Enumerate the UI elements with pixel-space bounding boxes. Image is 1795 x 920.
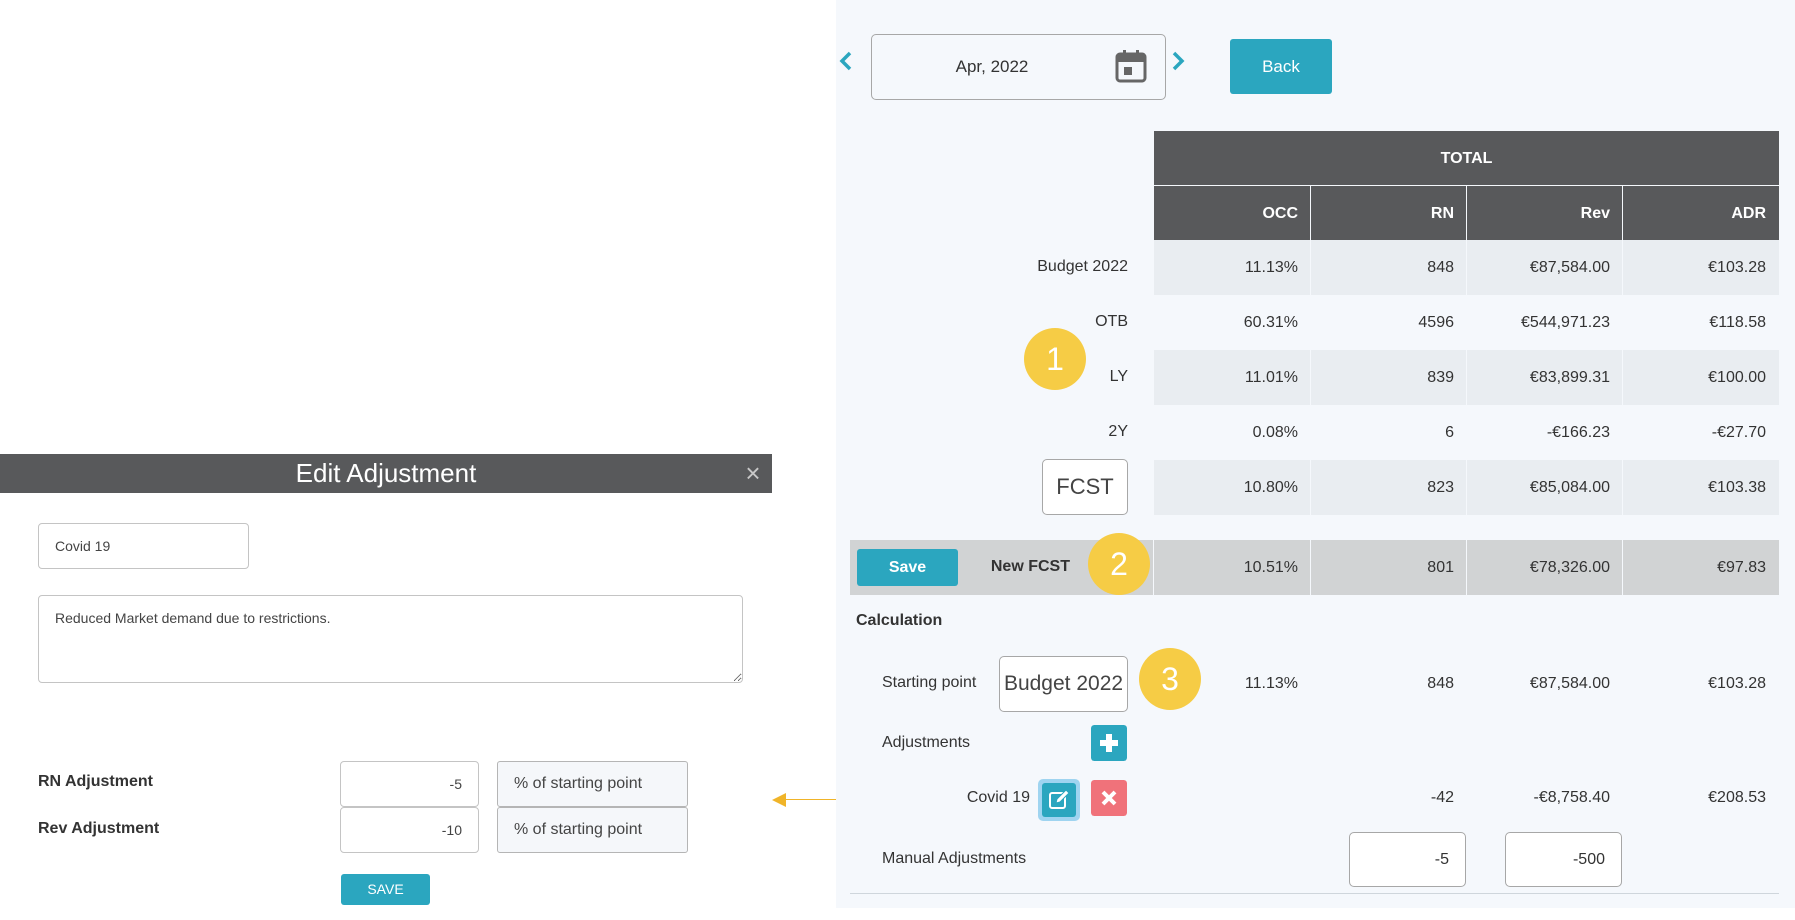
cell-adr: €103.28: [1708, 675, 1766, 692]
cell-rev: -€8,758.40: [1533, 789, 1610, 806]
cell-rev: -€166.23: [1546, 424, 1610, 441]
cell-rn: 839: [1427, 369, 1454, 386]
table-row: 11.01% 839 €83,899.31 €100.00: [1154, 350, 1779, 405]
date-value: Apr, 2022: [955, 57, 1029, 76]
starting-point-label: Starting point: [882, 674, 977, 691]
fcst-label-box[interactable]: FCST: [1042, 459, 1128, 515]
adjustment-name-input[interactable]: [38, 523, 249, 569]
rev-adjustment-mode-select[interactable]: % of starting point: [497, 807, 688, 853]
cell-occ: 10.51%: [1243, 559, 1298, 576]
delete-adjustment-button[interactable]: [1091, 780, 1127, 816]
table-row: 60.31% 4596 €544,971.23 €118.58: [1154, 295, 1779, 350]
calendar-icon[interactable]: [1115, 49, 1147, 83]
cell-occ: 11.13%: [1244, 259, 1298, 276]
modal-title: Edit Adjustment: [295, 458, 477, 488]
cell-rev: €87,584.00: [1529, 675, 1610, 692]
calculation-title: Calculation: [856, 612, 943, 629]
back-button[interactable]: Back: [1230, 39, 1332, 94]
rev-adjustment-input[interactable]: [340, 807, 479, 853]
cell-occ: 10.80%: [1243, 479, 1298, 496]
cell-rev: €85,084.00: [1529, 479, 1610, 496]
edit-adjustment-button[interactable]: [1037, 778, 1081, 822]
table-group-header: TOTAL: [1154, 131, 1779, 186]
row-label-otb: OTB: [1095, 313, 1128, 330]
column-header-occ: OCC: [1262, 205, 1298, 222]
cell-occ: 60.31%: [1243, 314, 1298, 331]
cell-occ: 0.08%: [1252, 424, 1298, 441]
divider: [850, 893, 1779, 894]
cell-adr: €118.58: [1709, 314, 1766, 331]
cell-rn: -42: [1430, 789, 1454, 806]
adjustment-description-textarea[interactable]: Reduced Market demand due to restriction…: [38, 595, 743, 683]
table-row: 11.13% 848 €87,584.00 €103.28: [1154, 656, 1779, 711]
add-adjustment-button[interactable]: [1091, 725, 1127, 761]
chevron-left-icon[interactable]: [838, 50, 854, 72]
cell-rev: €78,326.00: [1529, 559, 1610, 576]
manual-rn-input[interactable]: [1349, 832, 1466, 887]
cell-occ: 11.01%: [1244, 369, 1298, 386]
chevron-right-icon[interactable]: [1170, 50, 1186, 72]
cell-adr: €103.28: [1708, 259, 1766, 276]
rn-adjustment-label: RN Adjustment: [38, 773, 153, 790]
table-row: 0.08% 6 -€166.23 -€27.70: [1154, 405, 1779, 460]
table-row: 11.13% 848 €87,584.00 €103.28: [1154, 240, 1779, 295]
cell-adr: -€27.70: [1711, 424, 1766, 441]
cell-adr: €208.53: [1708, 789, 1766, 806]
cell-adr: €97.83: [1717, 559, 1766, 576]
new-fcst-label: New FCST: [990, 558, 1070, 575]
rev-adjustment-label: Rev Adjustment: [38, 820, 160, 837]
table-row: 10.80% 823 €85,084.00 €103.38: [1154, 460, 1779, 515]
close-icon[interactable]: ×: [742, 454, 764, 493]
new-fcst-save-button[interactable]: Save: [857, 549, 958, 586]
row-label-budget: Budget 2022: [1037, 258, 1128, 275]
cell-rn: 848: [1427, 675, 1454, 692]
cell-adr: €100.00: [1708, 369, 1766, 386]
manual-adjustments-label: Manual Adjustments: [882, 850, 1027, 867]
starting-point-select[interactable]: Budget 2022: [999, 656, 1128, 712]
adjustments-label: Adjustments: [882, 734, 971, 751]
cell-rn: 801: [1427, 559, 1454, 576]
table-row: -42 -€8,758.40 €208.53: [1154, 770, 1779, 825]
column-header-rn: RN: [1430, 205, 1454, 222]
date-picker[interactable]: Apr, 2022: [871, 34, 1166, 100]
adjustment-name: Covid 19: [966, 789, 1030, 806]
table-column-header: OCC RN Rev ADR: [1154, 186, 1779, 241]
table-row: 10.51% 801 €78,326.00 €97.83: [1153, 540, 1779, 595]
cell-rn: 4596: [1418, 314, 1454, 331]
pointer-arrow-icon: [772, 793, 786, 807]
modal-save-button[interactable]: SAVE: [341, 874, 430, 905]
rn-adjustment-input[interactable]: [340, 761, 479, 807]
table-group-title: TOTAL: [1440, 150, 1493, 167]
column-header-rev: Rev: [1580, 205, 1610, 222]
cell-rn: 823: [1427, 479, 1454, 496]
modal-header: Edit Adjustment ×: [0, 454, 772, 493]
manual-rev-input[interactable]: [1505, 832, 1622, 887]
rn-adjustment-mode-select[interactable]: % of starting point: [497, 761, 688, 807]
step-badge-3: 3: [1139, 648, 1201, 710]
cell-adr: €103.38: [1708, 479, 1766, 496]
cell-rev: €87,584.00: [1529, 259, 1610, 276]
cell-rev: €83,899.31: [1529, 369, 1610, 386]
row-label-2y: 2Y: [1108, 423, 1128, 440]
cell-rn: 6: [1445, 424, 1454, 441]
cell-rev: €544,971.23: [1521, 314, 1610, 331]
step-badge-1: 1: [1024, 328, 1086, 390]
step-badge-2: 2: [1088, 533, 1150, 595]
cell-rn: 848: [1427, 259, 1454, 276]
column-header-adr: ADR: [1731, 205, 1766, 222]
